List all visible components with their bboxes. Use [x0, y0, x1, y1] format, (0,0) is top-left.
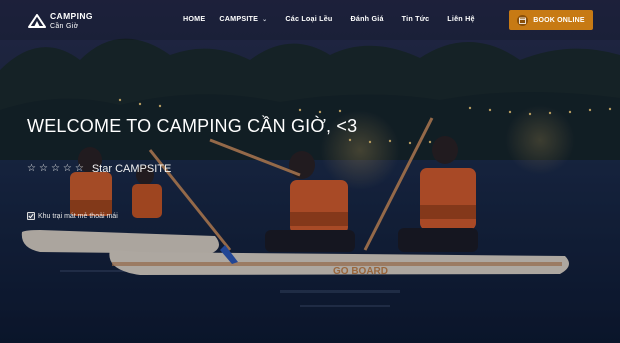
book-online-label: BOOK ONLINE — [533, 16, 585, 24]
rating-stars: ☆ ☆ ☆ ☆ ☆ — [27, 164, 84, 174]
nav-item-contact[interactable]: Liên Hệ — [447, 14, 474, 23]
star-outline-icon: ☆ — [74, 163, 84, 174]
star-outline-icon: ☆ — [50, 163, 60, 174]
nav-item-tent-types[interactable]: Các Loại Lều — [285, 14, 332, 23]
check-icon — [27, 212, 35, 220]
site-header: CAMPING Cần Giờ HOME CAMPSITE ⌄ Các Loại … — [0, 0, 620, 40]
feature-text: Khu trại mát mẻ thoải mái — [38, 212, 118, 220]
nav-item-home[interactable]: HOME — [183, 14, 205, 23]
nav-item-campsite[interactable]: CAMPSITE ⌄ — [219, 14, 267, 23]
logo-title: CAMPING — [50, 11, 93, 22]
hero-section: GO BOARD CAMPING Cần Giờ HOME CAMPSITE ⌄… — [0, 0, 620, 343]
hero-title: WELCOME TO CAMPING CẦN GIỜ, <3 — [27, 116, 358, 136]
rating-row: ☆ ☆ ☆ ☆ ☆ Star CAMPSITE — [27, 163, 171, 175]
main-nav: HOME CAMPSITE ⌄ Các Loại Lều Đánh Giá Tin… — [183, 14, 475, 23]
tent-icon — [28, 14, 46, 28]
nav-item-campsite-label: CAMPSITE — [219, 14, 259, 23]
rating-label: Star CAMPSITE — [91, 163, 172, 175]
nav-item-reviews[interactable]: Đánh Giá — [351, 14, 384, 23]
book-online-button[interactable]: BOOK ONLINE — [509, 10, 593, 30]
site-logo[interactable]: CAMPING Cần Giờ — [28, 10, 93, 32]
star-outline-icon: ☆ — [38, 163, 48, 174]
star-outline-icon: ☆ — [62, 163, 72, 174]
chevron-down-icon: ⌄ — [262, 17, 268, 23]
star-outline-icon: ☆ — [27, 163, 36, 174]
logo-text: CAMPING Cần Giờ — [50, 12, 93, 30]
feature-item: Khu trại mát mẻ thoải mái — [27, 212, 118, 220]
nav-item-news[interactable]: Tin Tức — [402, 14, 430, 23]
calendar-icon — [517, 14, 529, 26]
logo-subtitle: Cần Giờ — [50, 22, 79, 30]
